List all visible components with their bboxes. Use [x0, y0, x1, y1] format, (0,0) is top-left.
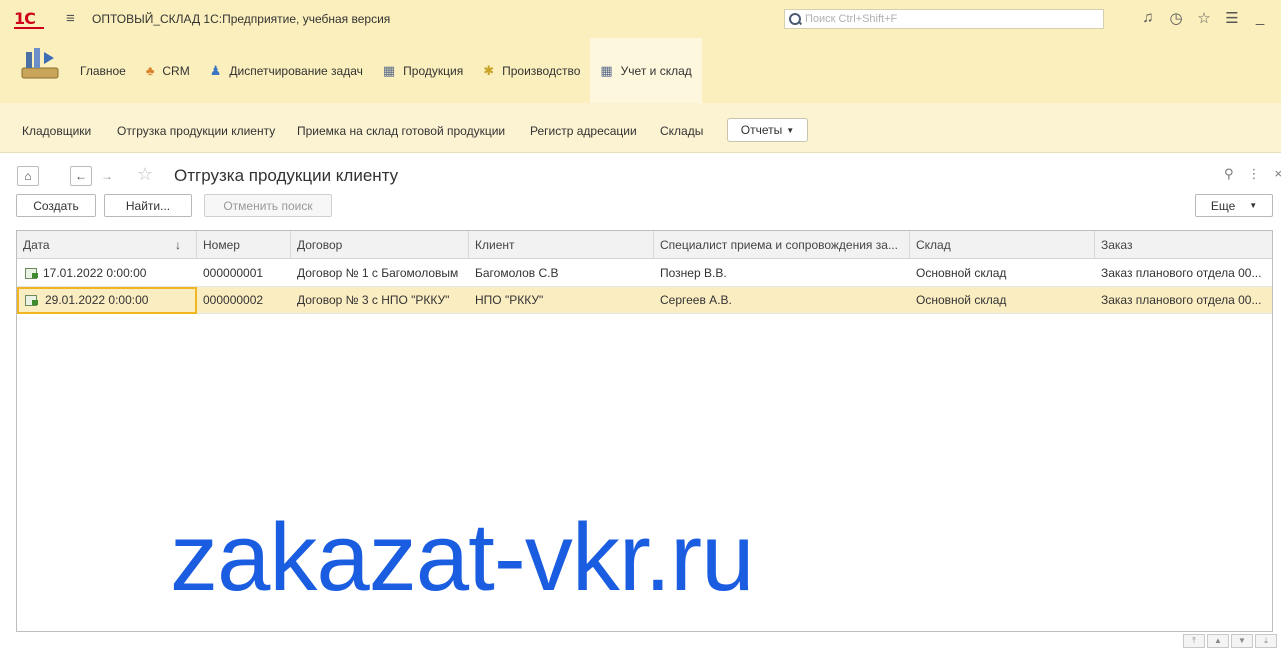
scroll-down-icon[interactable]: ▼ [1231, 634, 1253, 648]
table-row[interactable]: 17.01.2022 0:00:00 000000001 Договор № 1… [17, 260, 1272, 287]
logo-text: 1С [14, 9, 36, 28]
cancel-search-button[interactable]: Отменить поиск [204, 194, 332, 217]
reports-label: Отчеты [740, 123, 783, 137]
column-header-number[interactable]: Номер [197, 231, 291, 259]
cell-order: Заказ планового отдела 00... [1101, 293, 1262, 307]
more-label: Еще [1210, 198, 1236, 213]
cell-date: 29.01.2022 0:00:00 [17, 287, 197, 314]
favorite-star-icon[interactable]: ☆ [137, 164, 153, 185]
cell-warehouse: Основной склад [916, 266, 1007, 280]
favorites-star-icon[interactable]: ☆ [1196, 9, 1212, 27]
posted-document-icon [25, 295, 38, 306]
section-label: Учет и склад [620, 63, 692, 78]
cell-specialist: Сергеев А.В. [660, 293, 732, 307]
table-row-selected[interactable]: 29.01.2022 0:00:00 000000002 Договор № 3… [17, 287, 1272, 314]
link-icon[interactable]: ⚲ [1224, 166, 1234, 182]
column-header-contract[interactable]: Договор [291, 231, 469, 259]
settings-menu-icon[interactable]: ☰ [1224, 9, 1240, 27]
close-form-icon[interactable]: × [1275, 166, 1281, 182]
link-address-register[interactable]: Регистр адресации [530, 124, 637, 138]
more-vertical-icon[interactable]: ⋮ [1248, 166, 1261, 182]
column-header-order[interactable]: Заказ [1095, 231, 1272, 259]
cell-contract: Договор № 1 с Багомоловым [297, 266, 459, 280]
section-label: Продукция [403, 63, 464, 78]
arrow-left-icon: ← [75, 169, 87, 183]
back-button[interactable]: ← [70, 166, 92, 186]
sections-panel: Главное ♣ CRM ♟ Диспетчирование задач ▦ … [0, 38, 1281, 103]
section-task-dispatch[interactable]: ♟ Диспетчирование задач [200, 38, 373, 103]
section-label: Главное [80, 63, 126, 78]
subsections-panel: Кладовщики Отгрузка продукции клиенту Пр… [0, 103, 1281, 153]
column-header-date[interactable]: Дата ↓ [17, 231, 197, 259]
table-header: Дата ↓ Номер Договор Клиент Специалист п… [17, 231, 1272, 259]
cell-order: Заказ планового отдела 00... [1101, 266, 1262, 280]
app-window: 1С ≡ ОПТОВЫЙ_СКЛАД 1С:Предприятие, учебн… [0, 0, 1281, 648]
chevron-down-icon: ▼ [786, 125, 795, 135]
menu-icon[interactable]: ≡ [66, 10, 75, 27]
history-icon[interactable]: ◷ [1168, 9, 1184, 27]
cell-client: Багомолов С.В [475, 266, 559, 280]
page-title: Отгрузка продукции клиенту [174, 166, 399, 185]
reports-button[interactable]: Отчеты ▼ [727, 118, 808, 142]
cell-date: 17.01.2022 0:00:00 [17, 260, 197, 287]
column-header-warehouse[interactable]: Склад [910, 231, 1095, 259]
column-header-client[interactable]: Клиент [469, 231, 654, 259]
scroll-up-icon[interactable]: ▲ [1207, 634, 1229, 648]
section-list: Главное ♣ CRM ♟ Диспетчирование задач ▦ … [70, 38, 702, 103]
global-search[interactable] [784, 9, 1104, 29]
cell-number: 000000001 [203, 266, 264, 280]
watermark-text: zakazat-vkr.ru [170, 504, 755, 611]
cell-text: 17.01.2022 0:00:00 [43, 266, 147, 280]
app-logo[interactable]: 1С [14, 9, 44, 29]
minimize-icon[interactable]: _ [1252, 9, 1268, 27]
posted-document-icon [25, 268, 38, 279]
home-button[interactable]: ⌂ [17, 166, 39, 186]
table-icon: ▦ [600, 62, 613, 78]
column-header-specialist[interactable]: Специалист приема и сопровождения за... [654, 231, 910, 259]
section-products[interactable]: ▦ Продукция [373, 38, 473, 103]
app-title: ОПТОВЫЙ_СКЛАД 1С:Предприятие, учебная ве… [92, 12, 391, 26]
section-accounting-warehouse[interactable]: ▦ Учет и склад [590, 38, 702, 103]
section-crm[interactable]: ♣ CRM [136, 38, 200, 103]
scroll-bottom-icon[interactable]: ⤓ [1255, 634, 1277, 648]
sort-arrow-icon: ↓ [175, 238, 181, 252]
arrow-right-icon: → [101, 169, 113, 183]
cell-specialist: Познер В.В. [660, 266, 727, 280]
cell-text: 29.01.2022 0:00:00 [45, 293, 149, 307]
cell-client: НПО "РККУ" [475, 293, 544, 307]
title-bar: 1С ≡ ОПТОВЫЙ_СКЛАД 1С:Предприятие, учебн… [0, 0, 1281, 38]
section-label: Диспетчирование задач [229, 63, 363, 78]
more-button[interactable]: Еще ▼ [1195, 194, 1273, 217]
tasks-icon: ♟ [209, 62, 222, 78]
form-actions: ⚲ ⋮ × [1224, 166, 1281, 182]
chevron-down-icon: ▼ [1249, 201, 1258, 210]
home-icon: ⌂ [24, 169, 32, 183]
find-button[interactable]: Найти... [104, 194, 192, 217]
section-main[interactable]: Главное [70, 38, 136, 103]
section-label: Производство [502, 63, 581, 78]
table-scroll-controls: ⤒ ▲ ▼ ⤓ [1183, 634, 1277, 648]
link-storekeepers[interactable]: Кладовщики [22, 124, 91, 138]
section-label: CRM [162, 63, 190, 78]
forward-button[interactable]: → [96, 166, 118, 186]
title-icons: ♫ ◷ ☆ ☰ _ ▫ × [1140, 9, 1281, 27]
link-shipment[interactable]: Отгрузка продукции клиенту [117, 124, 275, 138]
search-icon [788, 12, 802, 26]
section-production[interactable]: ✱ Производство [473, 38, 590, 103]
cell-warehouse: Основной склад [916, 293, 1007, 307]
production-icon: ✱ [483, 62, 495, 78]
link-receipt[interactable]: Приемка на склад готовой продукции [297, 124, 505, 138]
crm-icon: ♣ [145, 63, 155, 78]
cell-contract: Договор № 3 с НПО "РККУ" [297, 293, 450, 307]
main-section-icon[interactable] [20, 44, 60, 84]
cell-number: 000000002 [203, 293, 264, 307]
create-button[interactable]: Создать [16, 194, 96, 217]
link-warehouses[interactable]: Склады [660, 124, 703, 138]
products-icon: ▦ [382, 62, 396, 78]
column-label: Дата [23, 238, 50, 252]
bell-icon[interactable]: ♫ [1140, 9, 1156, 27]
scroll-top-icon[interactable]: ⤒ [1183, 634, 1205, 648]
search-input[interactable] [805, 13, 1095, 25]
